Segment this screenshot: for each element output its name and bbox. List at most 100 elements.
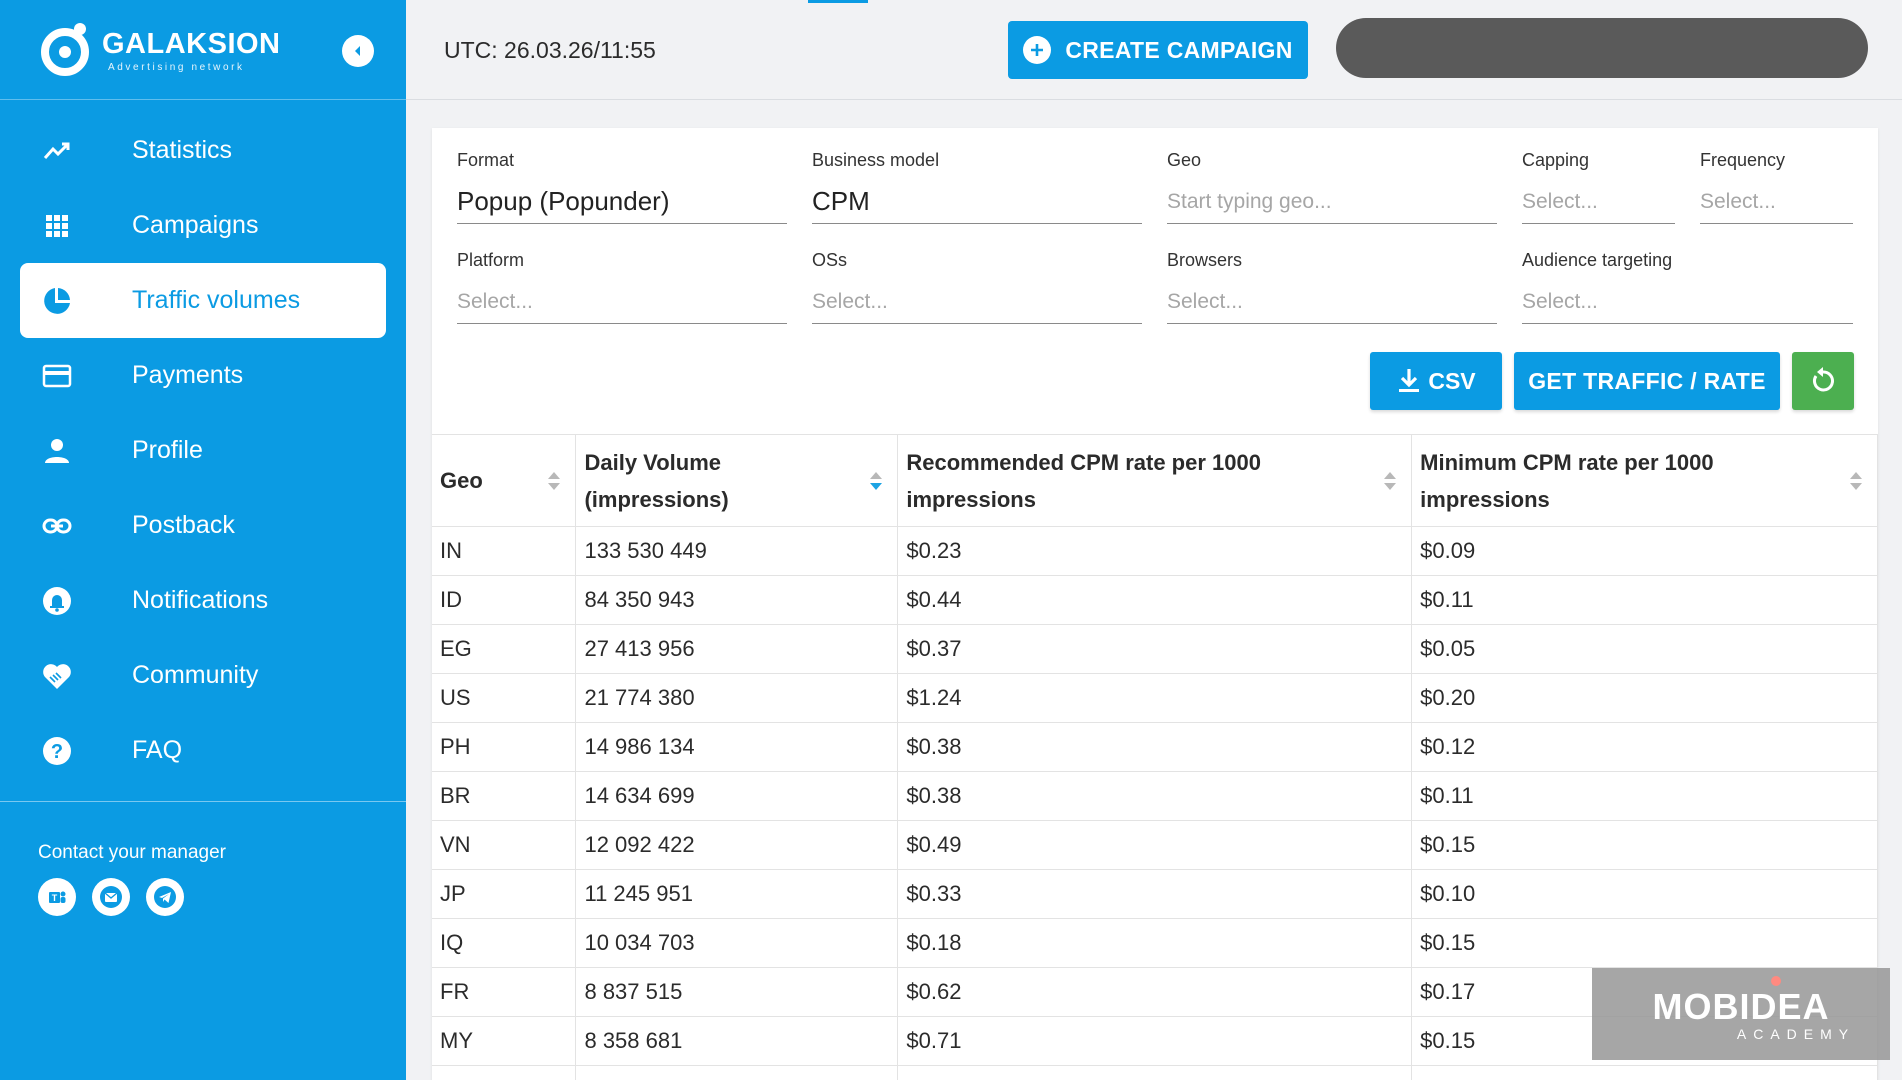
format-select[interactable]: Popup (Popunder) — [457, 180, 787, 224]
geo-cell: BR — [432, 771, 577, 821]
sidebar-item-label: Notifications — [132, 586, 269, 614]
table-row-partial — [432, 1065, 1878, 1080]
watermark-sub: ACADEMY — [1736, 1026, 1856, 1042]
volume-cell: 10 034 703 — [575, 918, 899, 968]
recommended-cpm-cell: $1.24 — [897, 673, 1413, 723]
contact-manager-label: Contact your manager — [38, 842, 226, 863]
volume-cell: 84 350 943 — [575, 575, 899, 625]
volume-cell: 11 245 951 — [575, 869, 899, 919]
sidebar-item-payments[interactable]: Payments — [0, 338, 406, 413]
geo-field: Geo Start typing geo... — [1167, 150, 1497, 226]
table-row: VN 12 092 422 $0.49 $0.15 — [432, 820, 1878, 870]
brand-tagline: Advertising network — [108, 62, 245, 73]
geo-cell: FR — [432, 967, 577, 1017]
sidebar-item-traffic-volumes[interactable]: Traffic volumes — [20, 263, 386, 338]
oss-select[interactable]: Select... — [812, 280, 1142, 324]
sidebar-item-label: Community — [132, 661, 259, 689]
geo-cell: ID — [432, 575, 577, 625]
table-row: EG 27 413 956 $0.37 $0.05 — [432, 624, 1878, 674]
browsers-select[interactable]: Select... — [1167, 280, 1497, 324]
minimum-cpm-cell: $0.20 — [1411, 673, 1878, 723]
utc-clock: UTC: 26.03.26/11:55 — [444, 37, 656, 63]
column-header-recommended-cpm[interactable]: Recommended CPM rate per 1000 impression… — [897, 434, 1413, 527]
sidebar-item-notifications[interactable]: Notifications — [0, 563, 406, 638]
table-row: PH 14 986 134 $0.38 $0.12 — [432, 722, 1878, 772]
platform-select[interactable]: Select... — [457, 280, 787, 324]
minimum-cpm-cell: $0.12 — [1411, 722, 1878, 772]
sidebar-item-profile[interactable]: Profile — [0, 413, 406, 488]
watermark-main: MOBIDEA — [1653, 976, 1830, 1028]
sidebar-item-label: Postback — [132, 511, 235, 539]
sort-desc-icon — [870, 471, 883, 490]
sidebar-item-postback[interactable]: Postback — [0, 488, 406, 563]
geo-cell: IN — [432, 526, 577, 576]
galaksion-logo-icon — [41, 23, 89, 76]
plus-icon — [1023, 36, 1052, 64]
geo-input[interactable]: Start typing geo... — [1167, 180, 1497, 224]
account-menu[interactable] — [1336, 18, 1868, 78]
svg-text:?: ? — [51, 741, 63, 763]
sidebar-divider — [0, 801, 406, 802]
volume-cell: 14 634 699 — [575, 771, 899, 821]
minimum-cpm-cell: $0.09 — [1411, 526, 1878, 576]
traffic-volumes-card: Format Popup (Popunder) Business model C… — [432, 128, 1878, 1080]
sidebar-item-label: Campaigns — [132, 211, 259, 239]
reset-filters-button[interactable] — [1792, 352, 1854, 410]
table-row: IQ 10 034 703 $0.18 $0.15 — [432, 918, 1878, 968]
logo-area: GALAKSION Advertising network — [0, 0, 406, 100]
sort-icon — [548, 471, 561, 490]
recommended-cpm-cell: $0.49 — [897, 820, 1413, 870]
create-campaign-label: CREATE CAMPAIGN — [1065, 36, 1293, 63]
teams-icon[interactable]: T — [38, 878, 76, 916]
sort-icon — [1384, 471, 1397, 490]
person-icon — [40, 434, 74, 468]
column-header-minimum-cpm[interactable]: Minimum CPM rate per 1000 impressions — [1411, 434, 1878, 527]
recommended-cpm-cell: $0.71 — [897, 1016, 1413, 1066]
trending-up-icon — [40, 134, 74, 168]
download-icon — [1399, 369, 1420, 392]
sidebar-item-community[interactable]: Community — [0, 638, 406, 713]
sidebar-nav: Statistics Campaigns Traffic volumes Pay… — [0, 113, 406, 788]
csv-download-button[interactable]: CSV — [1370, 352, 1502, 410]
geo-cell: MY — [432, 1016, 577, 1066]
business-model-select[interactable]: CPM — [812, 180, 1142, 224]
topbar: UTC: 26.03.26/11:55 CREATE CAMPAIGN — [406, 0, 1902, 100]
capping-select[interactable]: Select... — [1522, 180, 1675, 224]
sidebar-item-campaigns[interactable]: Campaigns — [0, 188, 406, 263]
recommended-cpm-cell: $0.33 — [897, 869, 1413, 919]
mobidea-academy-watermark: MOBIDEA ACADEMY — [1592, 968, 1890, 1060]
geo-cell: US — [432, 673, 577, 723]
volume-cell: 133 530 449 — [575, 526, 899, 576]
column-header-daily-volume[interactable]: Daily Volume (impressions) — [575, 434, 899, 527]
telegram-icon[interactable] — [146, 878, 184, 916]
recommended-cpm-cell: $0.38 — [897, 722, 1413, 772]
volume-cell: 8 837 515 — [575, 967, 899, 1017]
column-header-geo[interactable]: Geo — [432, 434, 577, 527]
audience-targeting-select[interactable]: Select... — [1522, 280, 1853, 324]
oss-label: OSs — [812, 250, 848, 270]
recommended-cpm-cell: $0.62 — [897, 967, 1413, 1017]
platform-label: Platform — [457, 250, 525, 270]
sidebar-item-statistics[interactable]: Statistics — [0, 113, 406, 188]
recommended-cpm-cell: $0.23 — [897, 526, 1413, 576]
sidebar-item-label: Traffic volumes — [132, 286, 301, 314]
minimum-cpm-cell: $0.15 — [1411, 918, 1878, 968]
minimum-cpm-cell: $0.11 — [1411, 575, 1878, 625]
email-icon[interactable] — [92, 878, 130, 916]
caret-left-icon — [355, 46, 360, 56]
minimum-cpm-cell: $0.10 — [1411, 869, 1878, 919]
sidebar-collapse-button[interactable] — [342, 35, 374, 67]
table-row: IN 133 530 449 $0.23 $0.09 — [432, 526, 1878, 576]
oss-field: OSs Select... — [812, 250, 1142, 326]
minimum-cpm-cell: $0.11 — [1411, 771, 1878, 821]
sidebar-item-label: Profile — [132, 436, 203, 464]
contact-icons: T — [38, 878, 184, 916]
get-traffic-rate-button[interactable]: GET TRAFFIC / RATE — [1514, 352, 1780, 410]
sidebar-item-faq[interactable]: ? FAQ — [0, 713, 406, 788]
grid-icon — [40, 209, 74, 243]
browsers-label: Browsers — [1167, 250, 1243, 270]
volume-cell: 14 986 134 — [575, 722, 899, 772]
frequency-select[interactable]: Select... — [1700, 180, 1853, 224]
create-campaign-button[interactable]: CREATE CAMPAIGN — [1008, 21, 1308, 79]
table-header-row: Geo Daily Volume (impressions) Recommend… — [432, 434, 1878, 527]
